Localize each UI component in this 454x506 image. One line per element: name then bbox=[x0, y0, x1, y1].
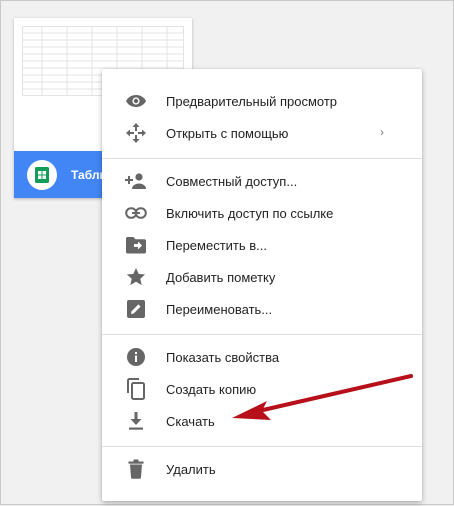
menu-item-download[interactable]: Скачать bbox=[102, 405, 422, 437]
menu-item-details[interactable]: Показать свойства bbox=[102, 341, 422, 373]
star-icon bbox=[124, 265, 148, 289]
menu-item-star[interactable]: Добавить пометку bbox=[102, 261, 422, 293]
link-icon bbox=[124, 201, 148, 225]
menu-item-open-with[interactable]: Открыть с помощью › bbox=[102, 117, 422, 149]
info-icon bbox=[124, 345, 148, 369]
menu-item-make-copy[interactable]: Создать копию bbox=[102, 373, 422, 405]
chevron-right-icon: › bbox=[380, 125, 384, 139]
menu-item-move-to[interactable]: Переместить в... bbox=[102, 229, 422, 261]
menu-item-label: Скачать bbox=[166, 413, 215, 429]
menu-item-label: Предварительный просмотр bbox=[166, 93, 338, 109]
menu-item-label: Открыть с помощью bbox=[166, 125, 289, 141]
copy-icon bbox=[124, 377, 148, 401]
menu-item-preview[interactable]: Предварительный просмотр bbox=[102, 85, 422, 117]
menu-item-label: Включить доступ по ссылке bbox=[166, 205, 334, 221]
menu-divider bbox=[102, 446, 422, 447]
menu-item-label: Создать копию bbox=[166, 381, 257, 397]
sheets-icon bbox=[27, 159, 57, 190]
download-icon bbox=[124, 409, 148, 433]
menu-item-label: Переименовать... bbox=[166, 301, 273, 317]
menu-item-share[interactable]: Совместный доступ... bbox=[102, 165, 422, 197]
menu-item-label: Совместный доступ... bbox=[166, 173, 298, 189]
menu-item-rename[interactable]: Переименовать... bbox=[102, 293, 422, 325]
menu-divider bbox=[102, 334, 422, 335]
menu-item-link-sharing[interactable]: Включить доступ по ссылке bbox=[102, 197, 422, 229]
menu-item-label: Добавить пометку bbox=[166, 269, 276, 285]
person-add-icon bbox=[124, 169, 148, 193]
folder-move-icon bbox=[124, 233, 148, 257]
screenshot-frame: Табли Предварительный просмотр Открыть с… bbox=[0, 0, 454, 505]
menu-item-remove[interactable]: Удалить bbox=[102, 453, 422, 485]
menu-item-label: Удалить bbox=[166, 461, 216, 477]
move-icon bbox=[124, 121, 148, 145]
eye-icon bbox=[124, 89, 148, 113]
trash-icon bbox=[124, 457, 148, 481]
menu-item-label: Показать свойства bbox=[166, 349, 280, 365]
menu-divider bbox=[102, 158, 422, 159]
menu-item-label: Переместить в... bbox=[166, 237, 267, 253]
context-menu: Предварительный просмотр Открыть с помощ… bbox=[102, 69, 422, 501]
edit-icon bbox=[124, 297, 148, 321]
